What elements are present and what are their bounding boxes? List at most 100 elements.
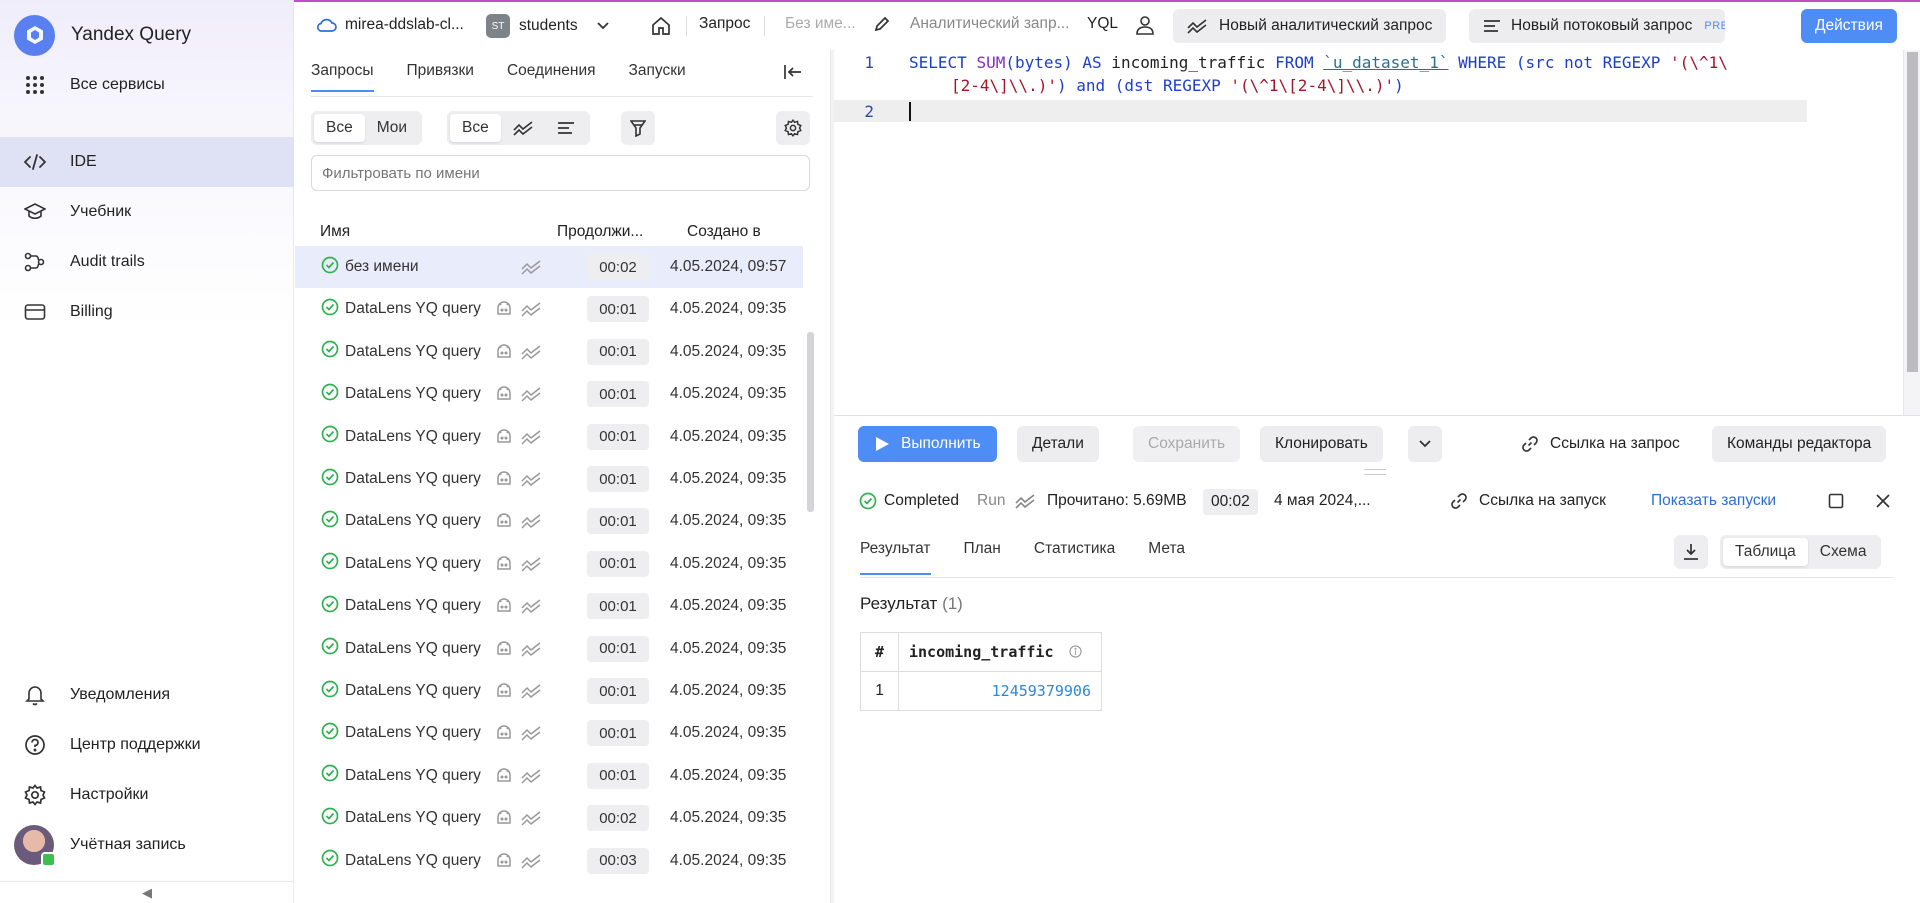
scrollbar-thumb[interactable] (1907, 52, 1918, 372)
download-button[interactable] (1674, 535, 1708, 569)
new-analytic-query-button[interactable]: Новый аналитический запрос (1173, 9, 1447, 43)
sql-string: [2-4\]\\.)' (951, 76, 1057, 95)
nav-item-billing[interactable]: Billing (0, 287, 294, 337)
column-header-duration[interactable]: Продолжи... (557, 223, 643, 241)
query-row[interactable]: DataLens YQ query 00:01 4.05.2024, 09:35 (295, 458, 803, 500)
check-circle-icon (321, 849, 339, 872)
query-name-field[interactable]: Без име... (785, 15, 856, 33)
nav-item-tutorial[interactable]: Учебник (0, 187, 294, 237)
query-row[interactable]: DataLens YQ query 00:02 4.05.2024, 09:35 (295, 797, 803, 839)
view-table[interactable]: Таблица (1723, 538, 1808, 566)
created-at: 4.05.2024, 09:35 (670, 427, 787, 445)
actions-button[interactable]: Действия (1801, 9, 1897, 43)
settings-button[interactable]: Настройки (0, 770, 294, 820)
run-date: 4 мая 2024,... (1274, 492, 1371, 509)
query-row[interactable]: без имени 00:02 4.05.2024, 09:57 (295, 246, 803, 288)
editor-commands-button[interactable]: Команды редактора (1712, 426, 1887, 462)
query-row[interactable]: DataLens YQ query 00:01 4.05.2024, 09:35 (295, 543, 803, 585)
filter-by-name-input[interactable] (311, 155, 810, 191)
tab-queries[interactable]: Запросы (311, 58, 374, 98)
nav-item-ide[interactable]: IDE (0, 137, 294, 187)
link-icon (1522, 436, 1538, 452)
column-header-name[interactable]: Имя (320, 223, 350, 241)
save-button[interactable]: Сохранить (1133, 426, 1241, 462)
filter-button[interactable] (621, 111, 655, 145)
collapse-left-icon: ◀ (142, 884, 152, 900)
maximize-button[interactable] (1828, 493, 1844, 509)
query-row[interactable]: DataLens YQ query 00:01 4.05.2024, 09:35 (295, 331, 803, 373)
owner-filter: Все Мои (311, 111, 423, 145)
scrollbar-thumb[interactable] (807, 332, 814, 512)
user-button[interactable] (1135, 15, 1155, 35)
sql-token: SELECT (909, 53, 977, 72)
type-all[interactable]: Все (450, 114, 501, 142)
cloud-selector[interactable]: mirea-ddslab-cl... (315, 16, 464, 34)
tab-connections[interactable]: Соединения (507, 58, 596, 98)
column-header-index[interactable]: # (860, 632, 899, 672)
nav-item-audit-trails[interactable]: Audit trails (0, 237, 294, 287)
code-editor[interactable]: 1 2 SELECT SUM(bytes) AS incoming_traffi… (834, 50, 1920, 415)
support-center-label: Центр поддержки (70, 736, 201, 753)
tab-bindings[interactable]: Привязки (407, 58, 474, 98)
tab-runs[interactable]: Запуски (629, 58, 686, 98)
filter-mine[interactable]: Мои (365, 114, 419, 142)
run-link-button[interactable]: Ссылка на запуск (1450, 492, 1606, 510)
query-row[interactable]: DataLens YQ query 00:01 4.05.2024, 09:35 (295, 373, 803, 415)
column-settings-button[interactable] (776, 111, 810, 145)
queries-tabs: Запросы Привязки Соединения Запуски (311, 58, 719, 98)
nav-item-label: Audit trails (70, 253, 145, 270)
all-services-button[interactable]: Все сервисы (0, 60, 294, 110)
query-row[interactable]: DataLens YQ query 00:01 4.05.2024, 09:35 (295, 416, 803, 458)
run-button[interactable]: Выполнить (858, 426, 997, 462)
notifications-button[interactable]: Уведомления (0, 670, 294, 720)
details-button[interactable]: Детали (1017, 426, 1099, 462)
account-button[interactable]: Учётная запись (0, 820, 294, 870)
query-row[interactable]: DataLens YQ query 00:01 4.05.2024, 09:35 (295, 585, 803, 627)
tab-plan[interactable]: План (964, 540, 1001, 580)
resize-handle[interactable] (1364, 469, 1386, 475)
clone-button[interactable]: Клонировать (1260, 426, 1383, 462)
new-stream-label: Новый потоковый запрос (1511, 17, 1693, 34)
query-row[interactable]: DataLens YQ query 00:03 4.05.2024, 09:35 (295, 840, 803, 882)
sql-token: AS (1082, 53, 1102, 72)
folder-selector[interactable]: ST students (486, 14, 610, 38)
query-row[interactable]: DataLens YQ query 00:01 4.05.2024, 09:35 (295, 712, 803, 754)
gear-icon (784, 119, 802, 137)
query-row[interactable]: DataLens YQ query 00:01 4.05.2024, 09:35 (295, 755, 803, 797)
list-scrollbar[interactable] (807, 320, 814, 840)
rename-button[interactable] (873, 15, 891, 33)
collapse-sidebar-button[interactable]: ◀ (0, 881, 294, 903)
tab-meta[interactable]: Мета (1148, 540, 1185, 580)
query-row[interactable]: DataLens YQ query 00:01 4.05.2024, 09:35 (295, 288, 803, 330)
query-row[interactable]: DataLens YQ query 00:01 4.05.2024, 09:35 (295, 670, 803, 712)
brand[interactable]: Yandex Query (14, 14, 191, 56)
download-icon (1684, 544, 1698, 560)
run-duration: 00:02 (1203, 489, 1258, 515)
filter-all[interactable]: Все (314, 114, 365, 142)
query-link-button[interactable]: Ссылка на запрос (1506, 426, 1695, 462)
tab-result[interactable]: Результат (860, 540, 931, 580)
collapse-panel-button[interactable] (783, 64, 803, 85)
cell-incoming-traffic[interactable]: 12459379906 (898, 671, 1102, 711)
user-icon (1136, 16, 1154, 35)
type-stream[interactable] (545, 114, 587, 142)
query-row[interactable]: DataLens YQ query 00:01 4.05.2024, 09:35 (295, 628, 803, 670)
column-header-created[interactable]: Создано в (687, 223, 761, 241)
close-results-button[interactable] (1875, 493, 1891, 509)
folder-name: students (519, 17, 578, 34)
more-actions-button[interactable] (1408, 426, 1442, 462)
all-services-label: Все сервисы (70, 76, 165, 93)
type-analytic[interactable] (501, 114, 545, 142)
tab-statistics[interactable]: Статистика (1034, 540, 1115, 580)
sql-token: incoming_traffic (1101, 53, 1276, 72)
bot-icon (495, 767, 513, 785)
show-runs-link[interactable]: Показать запуски (1651, 492, 1776, 510)
support-center-button[interactable]: Центр поддержки (0, 720, 294, 770)
home-button[interactable] (651, 16, 671, 36)
new-stream-query-button[interactable]: Новый потоковый запрос PREVIEW (1469, 9, 1725, 43)
square-icon (1828, 493, 1844, 509)
editor-scrollbar[interactable] (1903, 50, 1920, 415)
column-header-incoming-traffic[interactable]: incoming_traffic (898, 632, 1102, 672)
query-row[interactable]: DataLens YQ query 00:01 4.05.2024, 09:35 (295, 500, 803, 542)
view-schema[interactable]: Схема (1808, 538, 1879, 566)
